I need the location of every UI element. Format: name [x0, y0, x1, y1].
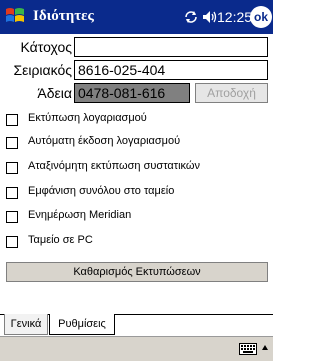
keyboard-icon[interactable] — [239, 343, 257, 355]
option-label: Ενημέρωση Meridian — [28, 209, 132, 221]
tab-settings[interactable]: Ρυθμίσεις — [49, 314, 115, 335]
ok-button[interactable]: ok — [250, 6, 272, 28]
holder-field[interactable] — [74, 37, 268, 57]
tab-general[interactable]: Γενικά — [4, 314, 48, 335]
checkbox[interactable] — [6, 211, 18, 223]
option-label: Αυτόματη έκδοση λογαριασμού — [28, 135, 181, 147]
checkbox[interactable] — [6, 114, 18, 126]
windows-flag-icon[interactable] — [4, 5, 26, 27]
license-field[interactable]: 0478-081-616 — [74, 83, 190, 103]
window-title: Ιδιότητες — [33, 8, 94, 24]
volume-icon[interactable] — [201, 9, 217, 25]
option-label: Εκτύπωση λογαριασμού — [28, 112, 147, 124]
checkbox[interactable] — [6, 137, 18, 149]
serial-label: Σειριακός — [13, 62, 72, 78]
title-bar: Ιδιότητες 12:25 ok — [0, 0, 273, 34]
menu-bar — [0, 336, 273, 361]
option-label: Εμφάνιση συνόλου στο ταμείο — [28, 185, 175, 197]
checkbox[interactable] — [6, 236, 18, 248]
input-menu-caret-icon[interactable] — [261, 342, 269, 354]
clear-prints-button[interactable]: Καθαρισμός Εκτυπώσεων — [6, 262, 268, 282]
option-label: Αταξινόμητη εκτύπωση συστατικών — [28, 160, 200, 172]
tab-bar: Γενικά Ρυθμίσεις — [0, 314, 273, 337]
option-label: Ταμείο σε PC — [28, 234, 93, 246]
accept-button[interactable]: Αποδοχή — [195, 83, 268, 103]
checkbox[interactable] — [6, 187, 18, 199]
sync-icon[interactable] — [183, 9, 199, 25]
clock[interactable]: 12:25 — [217, 9, 252, 25]
checkbox[interactable] — [6, 162, 18, 174]
license-label: Άδεια — [37, 85, 72, 101]
serial-field[interactable]: 8616-025-404 — [74, 60, 268, 80]
holder-label: Κάτοχος — [20, 39, 72, 55]
